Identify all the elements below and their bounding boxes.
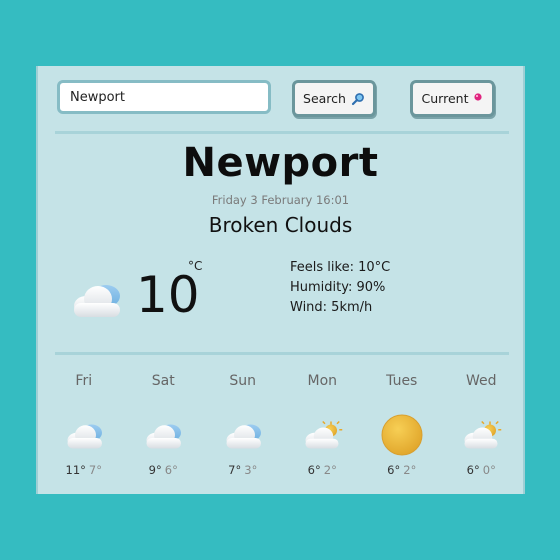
weather-description: Broken Clouds [208,213,353,237]
search-input-value: Newport [70,89,126,105]
magnifier-icon [351,92,364,105]
forecast-day: Wed 6° 0° [442,373,522,477]
sun-icon [362,410,442,460]
forecast-day: Sat 9° 6° [124,373,204,477]
forecast-day-name: Fri [75,373,93,389]
partly-sunny-icon [442,410,522,460]
forecast-day-name: Sat [151,373,175,389]
forecast-low: 0° [482,463,496,477]
partly-sunny-icon [283,410,363,460]
wind: Wind: 5km/h [290,300,373,315]
forecast-day: Fri 11° 7° [44,373,124,477]
cloudy-icon [68,279,124,323]
cloudy-icon [44,410,124,460]
forecast-low: 6° [164,463,178,477]
forecast-high: 6° [387,463,401,477]
forecast-high: 9° [148,463,162,477]
forecast-high: 11° [65,463,86,477]
forecast-high: 6° [466,463,480,477]
forecast-day: Mon 6° 2° [283,373,363,477]
humidity: Humidity: 90% [290,280,386,295]
search-button-label: Search [303,91,346,106]
forecast-day: Tues 6° 2° [362,373,442,477]
search-button[interactable]: Search [292,80,376,117]
cloudy-icon [203,410,283,460]
forecast-day-name: Sun [229,373,257,389]
forecast-day-name: Wed [465,373,497,389]
forecast-low: 7° [88,463,102,477]
forecast-high: 6° [307,463,321,477]
current-temperature: 10 [136,266,200,324]
forecast-low: 3° [244,463,258,477]
location-pin-icon [474,92,483,101]
forecast-low: 2° [403,463,417,477]
current-location-button[interactable]: Current [410,80,495,117]
forecast-day-name: Mon [307,373,338,389]
date-time: Friday 3 February 16:01 [211,193,350,207]
forecast-low: 2° [323,463,337,477]
forecast-day-name: Tues [386,373,418,389]
city-name: Newport [182,140,379,186]
feels-like: Feels like: 10°C [290,260,391,275]
city-search-input[interactable]: Newport [57,80,271,114]
forecast-row: Fri 11°7° Sat 9°6° Sun 7°3° Mon 6°2° [44,373,521,477]
forecast-high: 7° [228,463,242,477]
weather-card: Newport Search Current Newport Friday 3 … [36,66,525,494]
current-button-label: Current [421,91,469,106]
top-divider [55,131,509,134]
weather-details: Feels like: 10°C Humidity: 90% Wind: 5km… [290,258,390,318]
temperature-unit: °C [188,259,203,273]
cloudy-icon [124,410,204,460]
forecast-divider [55,352,509,355]
forecast-day: Sun 7° 3° [203,373,283,477]
